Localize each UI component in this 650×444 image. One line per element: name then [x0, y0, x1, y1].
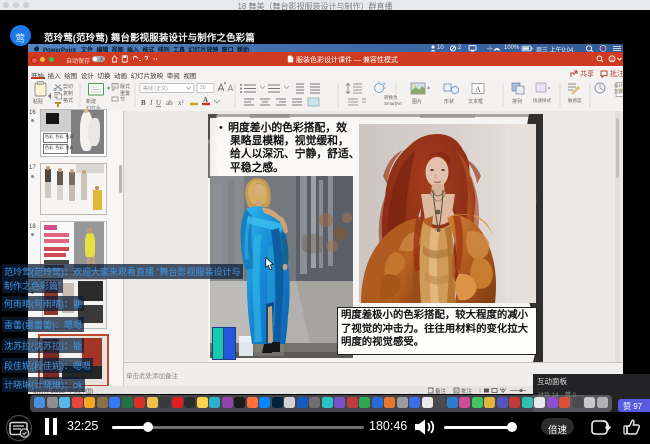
svg-text:I: I [149, 99, 153, 107]
svg-text:A: A [203, 96, 208, 104]
svg-text:ab: ab [166, 99, 173, 107]
svg-text:A: A [475, 85, 481, 94]
svg-text:x²: x² [178, 99, 184, 107]
svg-text:B: B [141, 99, 146, 107]
svg-text:U: U [156, 99, 161, 107]
